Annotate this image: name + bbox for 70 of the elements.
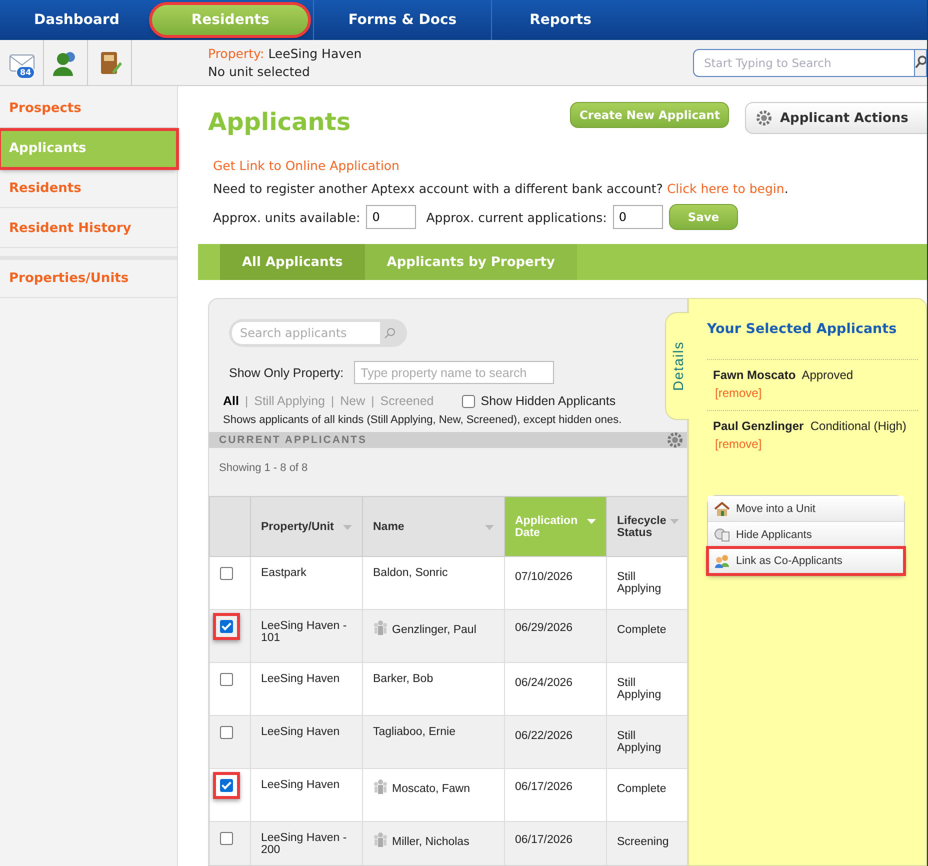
show-hidden-checkbox[interactable] <box>462 394 475 408</box>
property-filter-label: Show Only Property: <box>229 366 344 380</box>
applicant-name[interactable]: Moscato, Fawn <box>373 783 470 795</box>
status-filter[interactable]: All <box>223 394 239 408</box>
table-cell: Still Applying <box>606 662 687 716</box>
applicant-name[interactable]: Barker, Bob <box>373 673 434 685</box>
applicant-search-field[interactable]: Search applicants <box>229 319 407 347</box>
unit-status: No unit selected <box>208 62 311 80</box>
hide-icon <box>714 528 730 542</box>
column-header[interactable]: Name <box>362 496 504 556</box>
table-cell: Eastpark <box>250 556 362 610</box>
selected-applicant: Fawn Moscato Approved <box>713 367 854 384</box>
column-header[interactable]: Property/Unit <box>250 496 362 556</box>
nav-tab[interactable]: Reports <box>496 4 626 36</box>
table-cell: 06/22/2026 <box>504 716 606 768</box>
units-input[interactable]: 0 <box>366 205 416 229</box>
applications-label: Approx. current applications: <box>426 210 607 224</box>
household-icon <box>373 832 388 847</box>
separator: | <box>244 394 248 408</box>
result-count: Showing 1 - 8 of 8 <box>218 461 309 476</box>
search-field[interactable]: Start Typing to Search <box>693 48 915 76</box>
units-label: Approx. units available: <box>213 210 360 224</box>
table-cell: LeeSing Haven - 200 <box>250 822 362 865</box>
register-text: Need to register another Aptexx account with a different bank account? Click here to begin. <box>213 181 790 196</box>
page-title: Applicants <box>208 108 352 136</box>
panel-title: Your Selected Applicants <box>707 321 898 337</box>
household-icon <box>373 779 388 794</box>
row-checkbox[interactable] <box>213 772 240 799</box>
table-cell: Still Applying <box>606 556 687 610</box>
separator: | <box>371 394 374 408</box>
table-cell: LeeSing Haven - 101 <box>250 610 362 662</box>
nav-tab[interactable]: Forms & Docs <box>318 4 487 36</box>
table-cell: Complete <box>606 610 687 662</box>
table-cell: Complete <box>606 768 687 822</box>
table-cell: 06/17/2026 <box>504 768 606 822</box>
section-title: CURRENT APPLICANTS <box>219 434 367 446</box>
gear-icon[interactable] <box>756 110 772 126</box>
applicant-actions-button[interactable]: Applicant Actions <box>745 102 927 134</box>
applications-input[interactable]: 0 <box>612 205 663 229</box>
action-item[interactable]: Link as Co-Applicants <box>708 548 904 574</box>
property-filter-field[interactable]: Type property name to search <box>354 361 554 384</box>
property-name: Property: LeeSing Haven <box>208 44 363 62</box>
action-item[interactable]: Move into a Unit <box>708 496 904 522</box>
table-cell: 06/17/2026 <box>504 822 606 865</box>
house-icon <box>714 502 730 516</box>
table-cell: Screening <box>606 822 687 865</box>
applicant-name[interactable]: Tagliaboo, Ernie <box>373 726 456 738</box>
nav-tab[interactable]: Dashboard <box>10 4 144 36</box>
table-cell: Still Applying <box>606 716 687 768</box>
settings-icon[interactable] <box>667 432 683 448</box>
applicant-name[interactable]: Genzlinger, Paul <box>373 624 476 636</box>
table-cell: LeeSing Haven <box>250 662 362 716</box>
applicant-name[interactable]: Baldon, Sonric <box>373 567 448 579</box>
table-cell: LeeSing Haven <box>250 768 362 822</box>
table-cell: 06/24/2026 <box>504 662 606 716</box>
applicant-name[interactable]: Miller, Nicholas <box>373 836 470 848</box>
details-tab[interactable]: Details <box>665 312 689 420</box>
table-cell: 06/29/2026 <box>504 610 606 662</box>
search-icon[interactable] <box>915 48 927 76</box>
row-checkbox[interactable] <box>213 613 240 640</box>
action-item[interactable]: Hide Applicants <box>708 522 904 548</box>
selected-applicant: Paul Genzlinger Conditional (High) <box>713 418 908 435</box>
household-icon <box>373 620 388 635</box>
separator: | <box>330 394 334 408</box>
table-cell: 07/10/2026 <box>504 556 606 610</box>
people-icon <box>714 554 730 568</box>
column-header[interactable]: Lifecycle Status <box>606 496 687 556</box>
show-hidden-label: Show Hidden Applicants <box>480 394 616 408</box>
table-cell: LeeSing Haven <box>250 716 362 768</box>
filter-note: Shows applicants of all kinds (Still Applying, New, Screened), except hidden ones. <box>222 414 623 426</box>
